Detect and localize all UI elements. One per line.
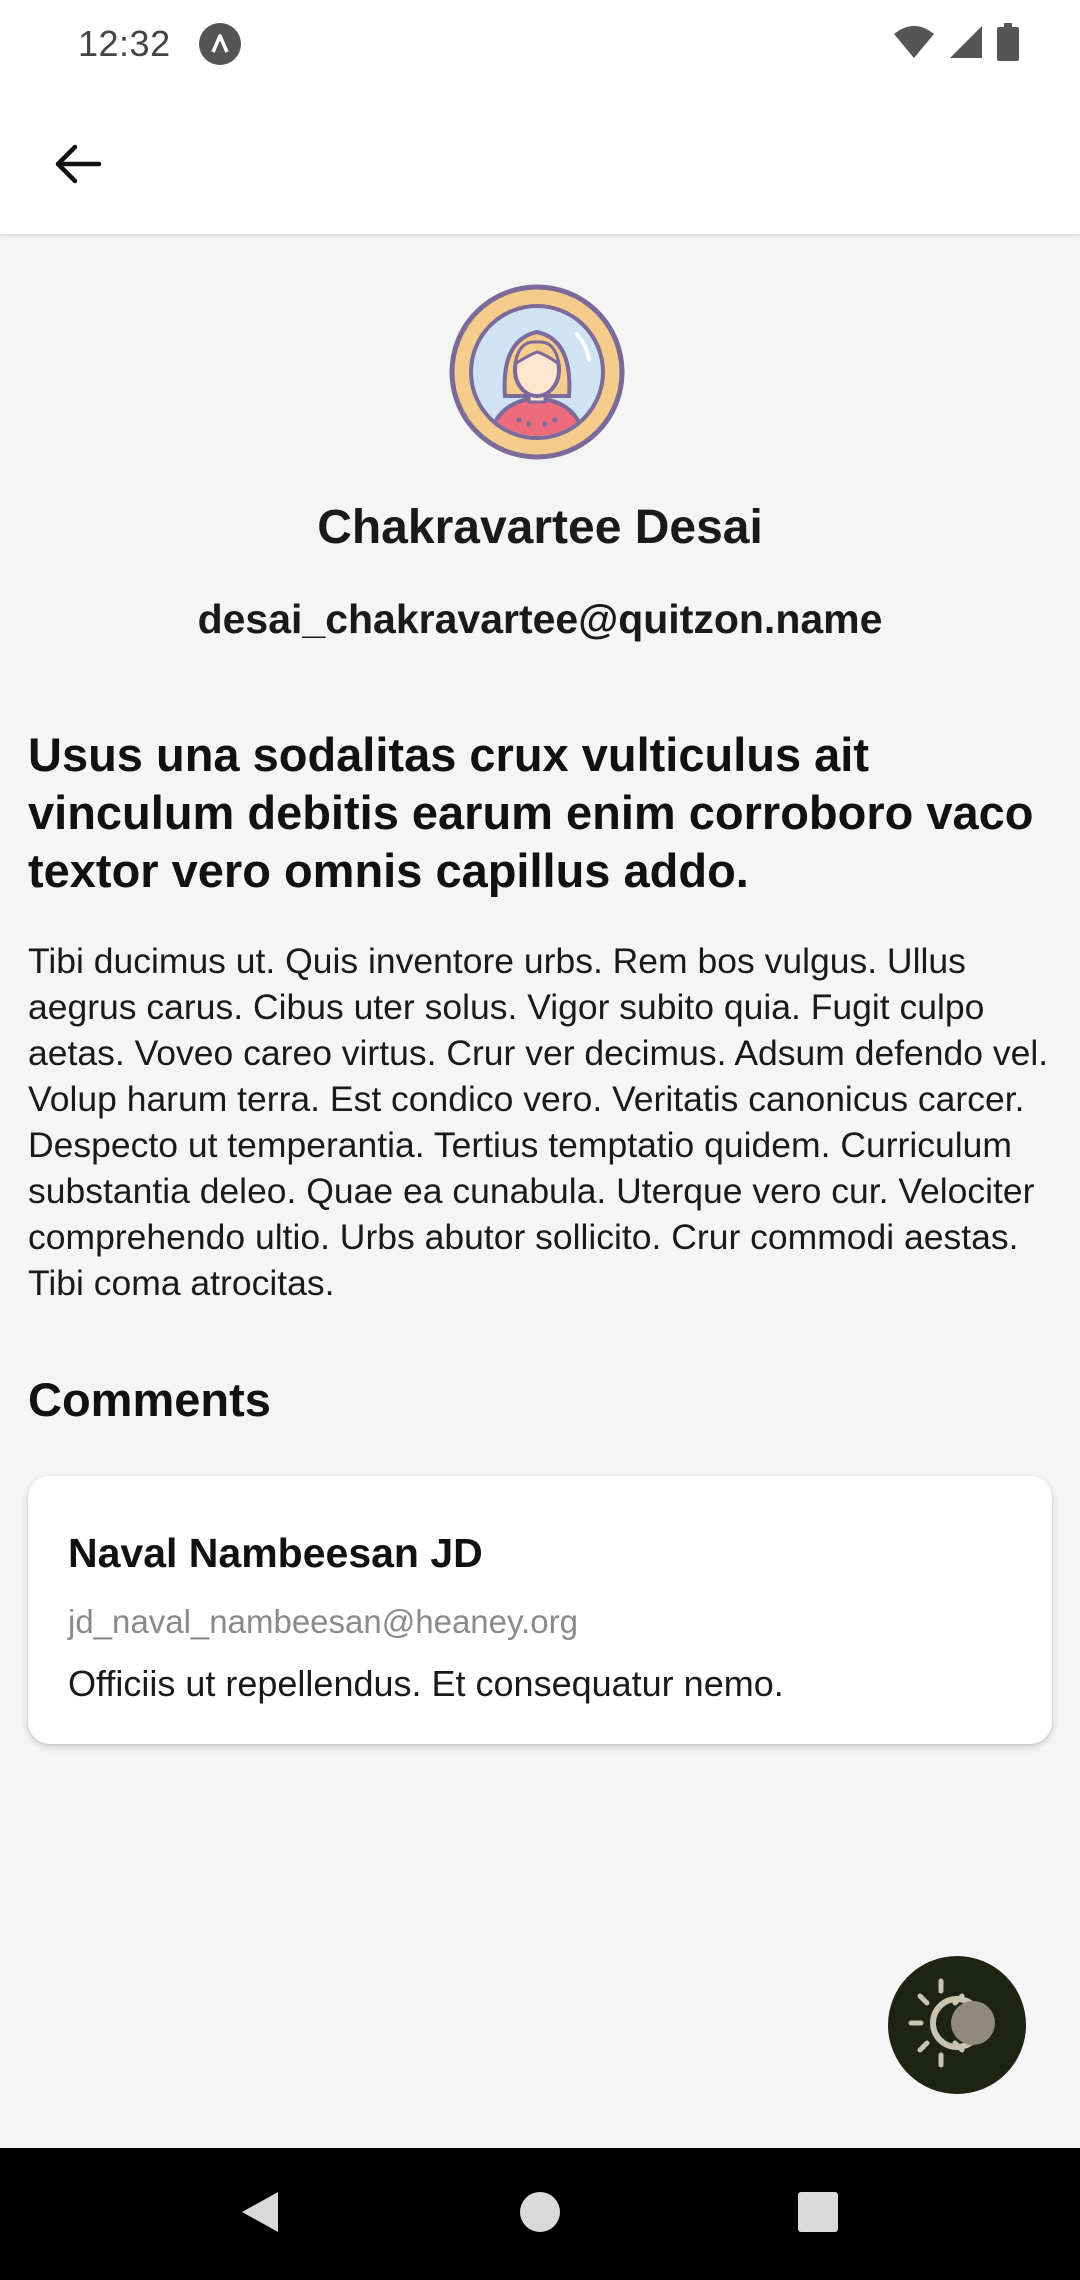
nav-recents-icon [796,2190,840,2239]
comment-body: Officiis ut repellendus. Et consequatur … [68,1663,784,1704]
theme-toggle-button[interactable] [888,1956,1026,2094]
app-notification-icon [198,23,241,65]
status-bar: 12:32 [0,0,1080,88]
app-bar [0,88,1080,236]
theme-toggle-icon [905,1971,1009,2080]
profile-name: Chakravartee Desai [317,501,763,554]
nav-home-button[interactable] [510,2184,570,2244]
comment-author-email: jd_naval_nambeesan@heaney.org [68,1603,578,1640]
nav-recents-button[interactable] [788,2184,848,2244]
battery-icon [996,22,1020,66]
comment-card: Naval Nambeesan JD jd_naval_nambeesan@he… [28,1476,1052,1744]
wifi-icon [892,24,936,65]
comments-heading: Comments [28,1373,271,1426]
post-title: Usus una sodalitas crux vulticulus ait v… [28,728,1034,897]
back-arrow-icon [53,143,103,190]
status-right [892,22,1020,66]
status-left: 12:32 [78,23,241,65]
status-time: 12:32 [78,23,171,64]
post-detail-screen: 12:32 Chakravartee Desai desai_chakravar… [0,0,1080,2280]
system-nav-bar [0,2148,1080,2280]
nav-back-icon [238,2188,282,2241]
profile-email: desai_chakravartee@quitzon.name [197,596,883,642]
comment-author-name: Naval Nambeesan JD [68,1530,483,1576]
user-avatar [449,284,625,460]
back-button[interactable] [36,124,120,208]
post-body: Tibi ducimus ut. Quis inventore urbs. Re… [28,941,1049,1303]
signal-icon [948,24,984,65]
nav-home-icon [518,2190,562,2239]
nav-back-button[interactable] [230,2184,290,2244]
